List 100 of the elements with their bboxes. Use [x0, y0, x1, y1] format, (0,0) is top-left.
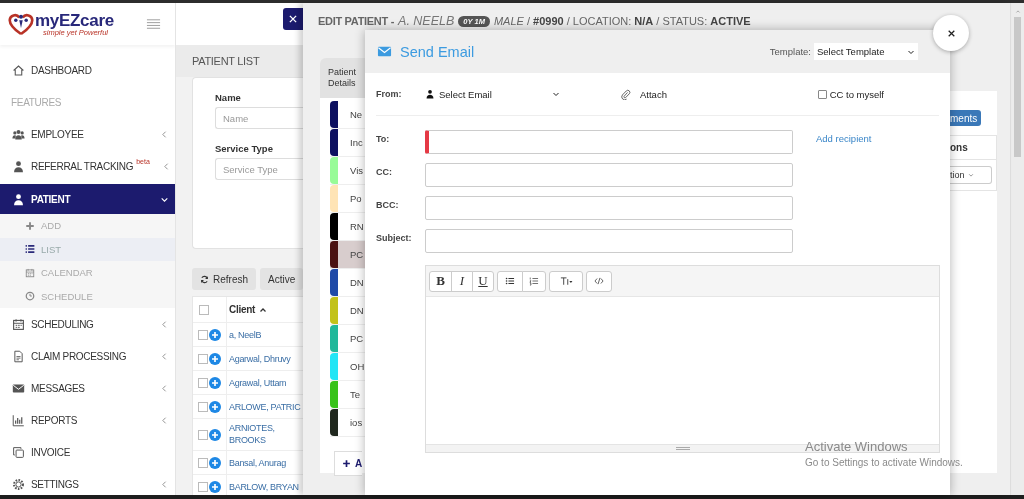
sidebar-item[interactable]: SETTINGS — [0, 468, 175, 495]
client-link[interactable]: Agarwal, Dhruvy — [227, 350, 291, 367]
close-button[interactable] — [283, 8, 303, 30]
column-header[interactable]: Client — [227, 301, 267, 318]
sidebar-item[interactable]: PATIENT — [0, 184, 175, 214]
chevron-left-icon — [160, 479, 169, 489]
document-icon — [12, 349, 25, 363]
bullet-list-button[interactable] — [497, 270, 523, 292]
brand-name: myEZcare — [35, 11, 114, 29]
bold-button[interactable]: B — [429, 270, 452, 292]
menu-icon — [146, 16, 161, 32]
sidebar-item[interactable]: DASHBOARD — [0, 54, 175, 86]
plus-icon — [25, 220, 35, 231]
add-recipient-link[interactable]: Add recipient — [816, 130, 872, 144]
user-icon — [12, 159, 25, 173]
checkbox[interactable] — [198, 353, 208, 364]
client-link[interactable]: ARLOWE, PATRIC — [227, 398, 301, 415]
code-button[interactable] — [586, 270, 612, 292]
person-icon — [425, 89, 435, 99]
checkbox[interactable] — [817, 89, 827, 99]
client-link[interactable]: Agrawal, Uttam — [227, 374, 287, 391]
chevron-left-icon — [160, 319, 169, 329]
modal-title: Send Email — [400, 43, 476, 60]
sidebar-item[interactable]: CLAIM PROCESSING — [0, 340, 175, 372]
sidebar-item[interactable]: INVOICE — [0, 436, 175, 468]
calendar-icon — [25, 267, 35, 278]
client-link[interactable]: ARNIOTES, BROOKS — [227, 420, 289, 449]
paperclip-icon — [620, 88, 631, 100]
code-icon — [594, 276, 604, 286]
numbered-list-icon — [529, 276, 539, 286]
expand-icon — [209, 376, 221, 389]
input-field[interactable] — [425, 196, 793, 220]
italic-button[interactable]: I — [451, 270, 473, 292]
input-field[interactable] — [425, 130, 793, 154]
patient-name: A. NEELB — [398, 14, 455, 28]
field-label: CC: — [376, 166, 393, 177]
add-button[interactable]: A — [334, 451, 363, 476]
input-field[interactable] — [425, 163, 793, 187]
bar-chart-icon — [12, 413, 25, 427]
sidebar-item[interactable]: SCHEDULING — [0, 308, 175, 340]
chevron-left-icon — [160, 383, 169, 393]
input-field[interactable]: Name — [215, 107, 303, 129]
checkbox[interactable] — [198, 481, 208, 492]
plus-icon — [342, 459, 351, 468]
expand-icon — [209, 400, 221, 413]
sidebar-item[interactable]: MESSAGES — [0, 372, 175, 404]
input-field[interactable] — [425, 229, 793, 253]
field-label: Service Type — [215, 143, 274, 154]
chevron-down-icon — [552, 90, 560, 98]
scroll-up-icon — [1014, 9, 1021, 14]
underline-button[interactable]: U — [472, 270, 494, 292]
checkbox[interactable] — [198, 401, 208, 412]
checkbox[interactable] — [198, 429, 208, 440]
envelope-icon — [12, 381, 25, 395]
template-label: Template: — [769, 46, 811, 57]
resize-handle[interactable] — [675, 447, 690, 450]
client-link[interactable]: Bansal, Anurag — [227, 454, 286, 471]
checkbox[interactable] — [198, 329, 208, 340]
toolbar-button[interactable]: Refresh — [192, 268, 256, 290]
input-field[interactable]: Service Type — [215, 158, 303, 180]
expand-icon — [209, 352, 221, 365]
list-icon — [25, 244, 35, 255]
expand-icon — [209, 456, 221, 469]
chevron-left-icon — [160, 415, 169, 425]
checkbox[interactable] — [198, 457, 208, 468]
close-icon — [288, 14, 298, 24]
expand-icon — [209, 428, 221, 441]
numbered-list-button[interactable] — [522, 270, 546, 292]
user-icon — [12, 192, 25, 206]
sidebar-item[interactable]: EMPLOYEE — [0, 118, 175, 150]
calendar-icon — [12, 317, 25, 331]
logo-icon — [8, 12, 34, 36]
email-dropdown[interactable]: Select Email — [425, 88, 560, 100]
scrollbar-thumb[interactable] — [1014, 17, 1021, 157]
font-size-button[interactable] — [549, 270, 583, 292]
toolbar-button[interactable]: Active — [260, 268, 303, 290]
documents-button[interactable]: ments — [950, 110, 982, 126]
column-header: ons — [950, 136, 996, 160]
sidebar-item[interactable]: REPORTS — [0, 404, 175, 436]
activation-title: Activate Windows — [805, 439, 909, 454]
font-size-icon — [558, 276, 574, 286]
checkbox[interactable] — [199, 304, 209, 315]
clock-icon — [25, 291, 35, 302]
field-label: BCC: — [376, 199, 400, 210]
template-dropdown[interactable]: Select Template — [814, 43, 918, 60]
checkbox[interactable] — [198, 377, 208, 388]
chevron-left-icon — [160, 351, 169, 361]
chevron-left-icon — [160, 129, 169, 139]
client-link[interactable]: a, NeelB — [227, 326, 262, 343]
client-link[interactable]: BARLOW, BRYAN — [227, 478, 299, 495]
chevron-down-icon — [967, 172, 974, 178]
tab[interactable]: Patient Details — [320, 58, 365, 98]
patient-summary: MALE / #0990 / LOCATION: N/A / STATUS: ACTIVE — [493, 15, 751, 27]
settings-icon — [12, 477, 25, 491]
attach-link[interactable]: Attach — [620, 88, 667, 100]
page-title: PATIENT LIST — [176, 45, 303, 77]
section-item[interactable]: PC — [330, 241, 365, 269]
field-label: Name — [215, 92, 242, 103]
activation-text: Go to Settings to activate Windows. — [805, 457, 963, 468]
dropdown[interactable]: tion — [950, 166, 992, 184]
